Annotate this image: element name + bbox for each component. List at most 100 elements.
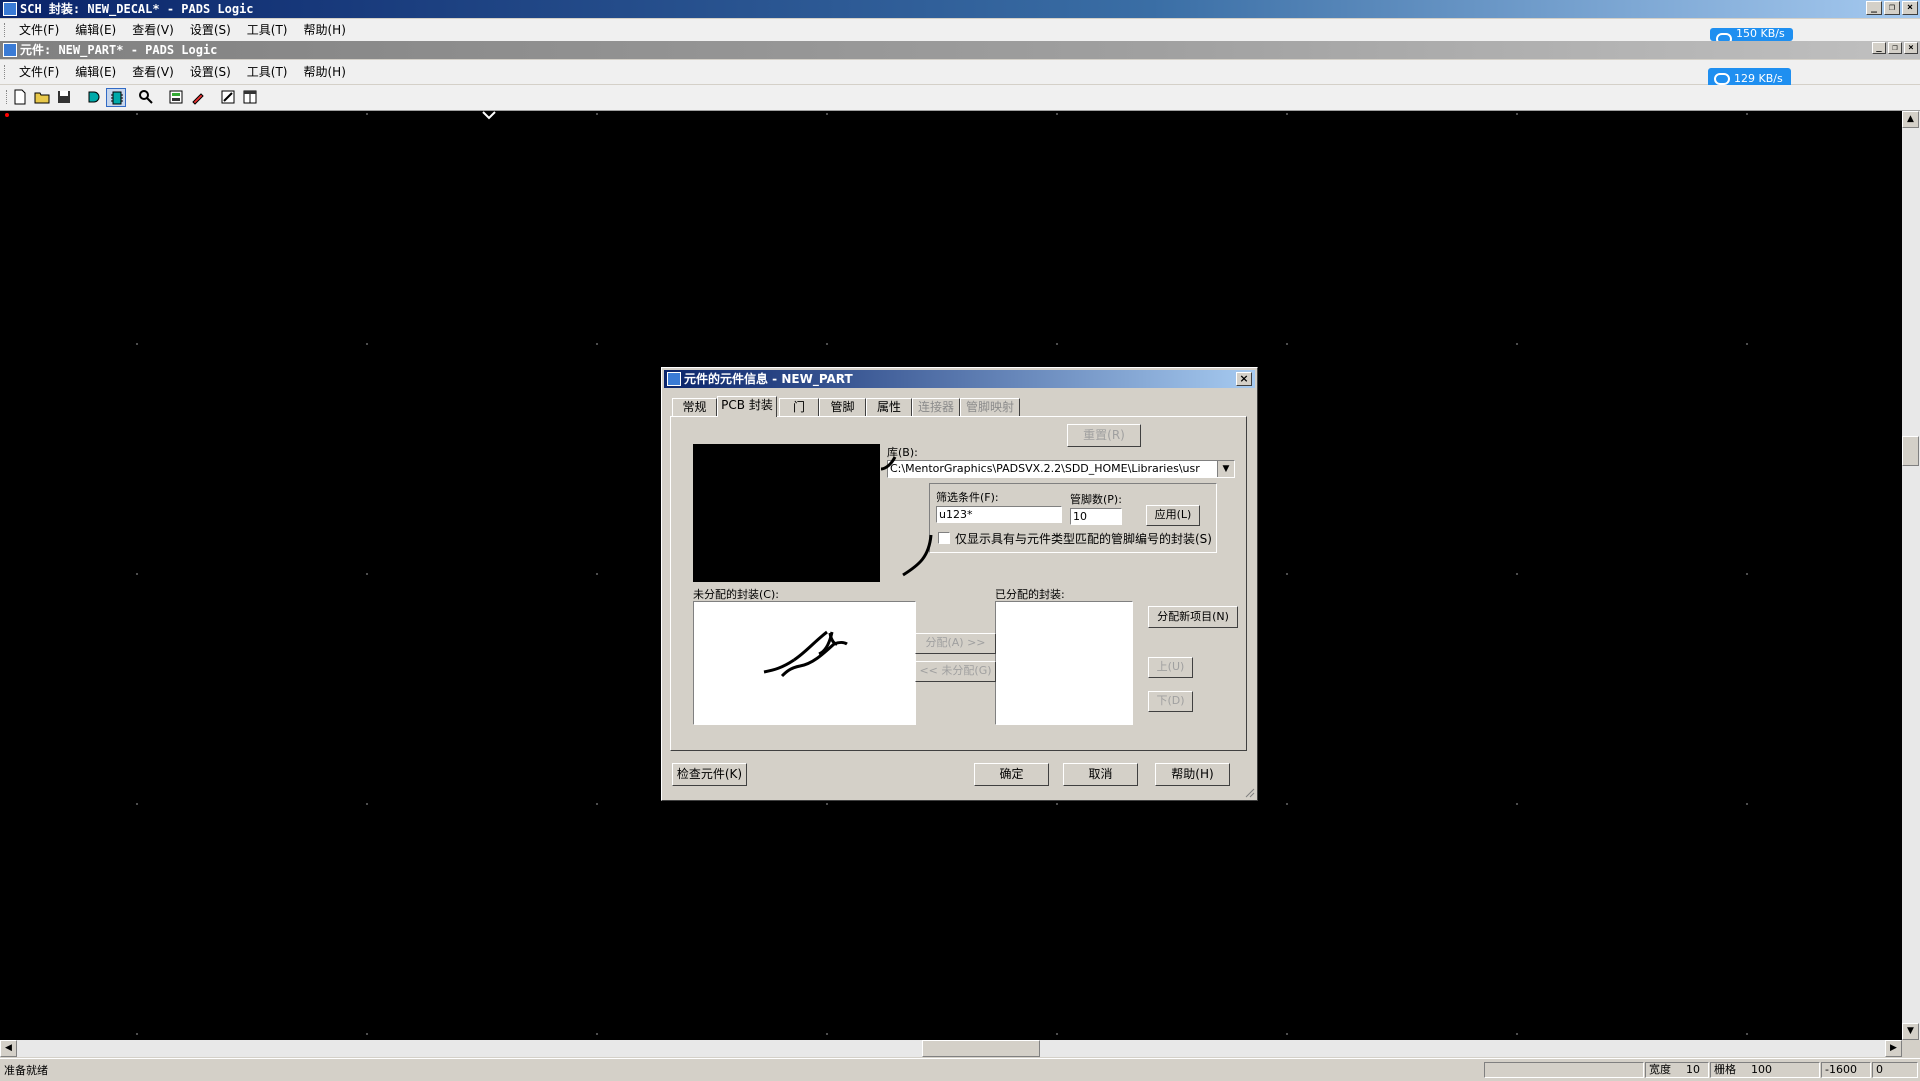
pin-match-label: 仅显示具有与元件类型匹配的管脚编号的封装(S) [955,532,1212,546]
new-file-icon[interactable] [10,88,30,107]
scroll-up-icon[interactable]: ▲ [1902,111,1919,128]
close-icon[interactable]: × [1904,42,1918,54]
menu-setup[interactable]: 设置(S) [182,61,239,83]
inner-window-title: 元件: NEW_PART* - PADS Logic [20,43,218,57]
horizontal-scroll-thumb[interactable] [922,1040,1040,1057]
assign-new-button[interactable]: 分配新项目(N) [1148,606,1238,628]
handwritten-stroke-annotation [880,457,933,577]
close-icon[interactable]: × [1902,1,1918,15]
outer-net-speed-badge: 150 KB/s [1710,28,1793,41]
unassigned-label: 未分配的封装(C): [693,588,779,601]
pads-app-icon [3,2,17,16]
part-info-dialog: 元件的元件信息 - NEW_PART × 常规 PCB 封装 门 管脚 属性 连… [661,367,1258,801]
status-grid-field: 栅格 100 [1710,1062,1820,1078]
wizard-icon[interactable] [218,88,238,107]
apply-button[interactable]: 应用(L) [1146,505,1200,526]
restore-icon[interactable]: ❐ [1884,1,1900,15]
inner-window-controls: _ ❐ × [1872,42,1918,54]
main-toolbar [0,85,1920,111]
save-icon[interactable] [54,88,74,107]
status-grid-value: 100 [1751,1063,1772,1076]
window-icon[interactable] [240,88,260,107]
zoom-icon[interactable] [136,88,156,107]
status-width-label: 宽度 [1649,1063,1671,1076]
menu-file[interactable]: 文件(F) [11,61,67,83]
pads-app-icon [3,43,17,57]
tab-pin-mapping: 管脚映射 [960,398,1020,416]
tab-general[interactable]: 常规 [672,398,717,416]
status-x-coord: -1600 [1821,1062,1871,1078]
outer-menubar: 文件(F) 编辑(E) 查看(V) 设置(S) 工具(T) 帮助(H) [0,19,1920,41]
pin-count-label: 管脚数(P): [1070,493,1122,506]
filter-group: 筛选条件(F): u123* 管脚数(P): 10 应用(L) 仅显示具有与元件… [929,483,1217,553]
reset-button[interactable]: 重置(R) [1067,424,1141,447]
menu-edit[interactable]: 编辑(E) [67,61,124,83]
menu-view[interactable]: 查看(V) [124,61,182,83]
handwritten-arrow-annotation [763,630,848,678]
menu-edit[interactable]: 编辑(E) [67,19,124,41]
resize-grip-icon[interactable] [1243,786,1255,798]
properties-icon[interactable] [166,88,186,107]
menu-help[interactable]: 帮助(H) [296,19,354,41]
tab-pins[interactable]: 管脚 [819,398,866,416]
status-bar: 准备就绪 宽度 10 栅格 100 -1600 0 [0,1058,1920,1081]
assigned-decals-list[interactable] [995,601,1133,725]
assign-button[interactable]: 分配(A) >> [915,633,996,654]
status-blank-field [1484,1062,1644,1078]
tab-attributes[interactable]: 属性 [866,398,912,416]
menu-help[interactable]: 帮助(H) [296,61,354,83]
assigned-label: 已分配的封装: [995,588,1065,601]
dialog-title: 元件的元件信息 - NEW_PART [684,372,853,386]
menu-file[interactable]: 文件(F) [11,19,67,41]
gate-icon[interactable] [84,88,104,107]
status-message: 准备就绪 [4,1064,48,1077]
ok-button[interactable]: 确定 [974,763,1049,786]
menu-tools[interactable]: 工具(T) [239,19,296,41]
menu-view[interactable]: 查看(V) [124,19,182,41]
help-button[interactable]: 帮助(H) [1155,763,1230,786]
scroll-left-icon[interactable]: ◀ [0,1040,17,1057]
scroll-right-icon[interactable]: ▶ [1885,1040,1902,1057]
menu-tools[interactable]: 工具(T) [239,61,296,83]
horizontal-scrollbar[interactable]: ◀ ▶ [0,1040,1902,1057]
menubar-grip[interactable] [4,23,8,37]
status-grid-label: 栅格 [1714,1063,1736,1076]
open-folder-icon[interactable] [32,88,52,107]
paint-icon[interactable] [188,88,208,107]
decal-icon[interactable] [106,88,126,107]
tab-connector: 连接器 [912,398,960,416]
pin-count-input[interactable]: 10 [1070,508,1122,525]
status-y-coord: 0 [1872,1062,1918,1078]
minimize-icon[interactable]: _ [1866,1,1882,15]
menu-setup[interactable]: 设置(S) [182,19,239,41]
outer-window-title: SCH 封装: NEW_DECAL* - PADS Logic [20,2,254,16]
outer-window-controls: _ ❐ × [1866,1,1918,15]
filter-input[interactable]: u123* [936,506,1062,523]
move-up-button[interactable]: 上(U) [1148,657,1193,678]
pcb-decal-panel: 重置(R) 库(B): C:\MentorGraphics\PADSVX.2.2… [670,416,1247,751]
tab-pcb-decal[interactable]: PCB 封装 [717,396,777,417]
unassigned-decals-list[interactable] [693,601,916,725]
restore-icon[interactable]: ❐ [1888,42,1902,54]
filter-label: 筛选条件(F): [936,491,999,504]
unassign-button[interactable]: << 未分配(G) [915,661,996,682]
inner-title-bar: 元件: NEW_PART* - PADS Logic _ ❐ × [0,41,1920,59]
cancel-button[interactable]: 取消 [1063,763,1138,786]
origin-marker [5,113,9,117]
dialog-title-bar[interactable]: 元件的元件信息 - NEW_PART × [664,370,1255,388]
tab-gates[interactable]: 门 [779,398,819,416]
chevron-down-icon[interactable]: ▼ [1217,461,1234,477]
cloud-icon [1716,33,1732,41]
pads-app-icon [667,372,681,386]
menubar-grip[interactable] [4,65,8,79]
move-down-button[interactable]: 下(D) [1148,691,1193,712]
scroll-down-icon[interactable]: ▼ [1902,1023,1919,1040]
status-width-value: 10 [1686,1063,1700,1076]
vertical-scroll-thumb[interactable] [1902,436,1919,466]
check-part-button[interactable]: 检查元件(K) [672,763,747,786]
cursor-marker-icon [482,111,496,120]
inner-menubar: 文件(F) 编辑(E) 查看(V) 设置(S) 工具(T) 帮助(H) [0,60,1920,84]
vertical-scrollbar[interactable]: ▲ ▼ [1902,111,1920,1040]
minimize-icon[interactable]: _ [1872,42,1886,54]
dialog-close-icon[interactable]: × [1236,372,1252,386]
